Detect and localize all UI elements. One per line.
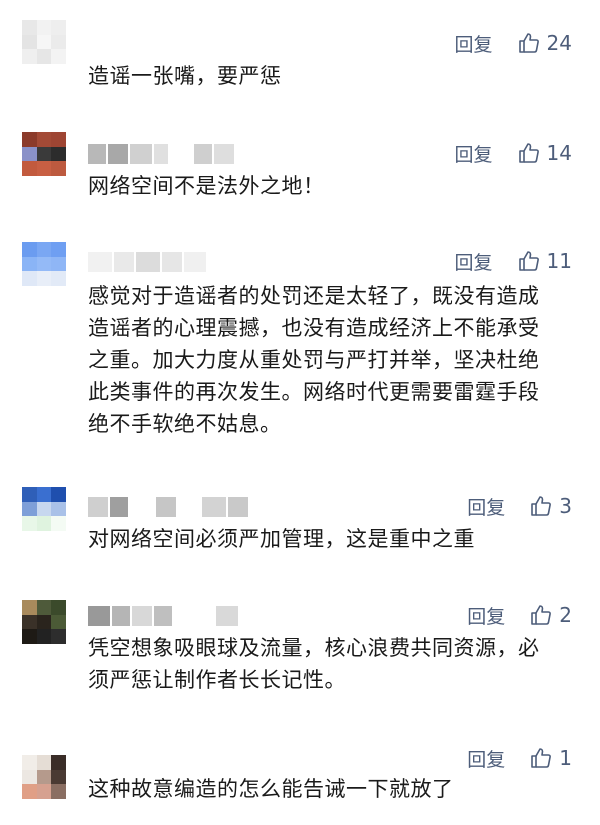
like-button[interactable]: 14 — [517, 141, 572, 165]
avatar[interactable] — [22, 242, 66, 286]
like-button[interactable]: 1 — [529, 746, 572, 770]
avatar[interactable] — [22, 132, 66, 176]
nickname-redacted — [88, 497, 248, 517]
avatar[interactable] — [22, 487, 66, 531]
like-count: 1 — [559, 746, 572, 770]
comment-text: 感觉对于造谣者的处罚还是太轻了，既没有造成造谣者的心理震撼，也没有造成经济上不能… — [88, 284, 540, 436]
like-count: 24 — [546, 31, 572, 55]
comment-actions: 回复 24 — [455, 30, 572, 56]
comment-text: 网络空间不是法外之地！ — [88, 174, 325, 198]
comment-text: 这种故意编造的怎么能告诫一下就放了 — [88, 777, 454, 801]
thumbs-up-icon — [531, 496, 552, 516]
reply-button[interactable]: 回复 — [455, 140, 493, 167]
like-count: 3 — [559, 494, 572, 518]
reply-button[interactable]: 回复 — [467, 602, 505, 629]
comment-text: 造谣一张嘴，要严惩 — [88, 64, 282, 88]
comment-actions: 回复 1 — [467, 745, 572, 771]
like-count: 2 — [559, 603, 572, 627]
like-button[interactable]: 3 — [529, 494, 572, 518]
comment-actions: 回复 2 — [467, 602, 572, 628]
thumbs-up-icon — [518, 251, 539, 271]
nickname-redacted — [88, 252, 248, 272]
avatar[interactable] — [22, 20, 66, 64]
comment-text: 凭空想象吸眼球及流量，核心浪费共同资源，必须严惩让制作者长长记性。 — [88, 636, 540, 692]
like-count: 14 — [546, 141, 572, 165]
comment-actions: 回复 3 — [467, 493, 572, 519]
nickname-redacted — [88, 606, 248, 626]
like-button[interactable]: 24 — [517, 31, 572, 55]
comment-actions: 回复 11 — [455, 248, 572, 274]
reply-button[interactable]: 回复 — [467, 745, 505, 772]
like-count: 11 — [546, 249, 572, 273]
like-button[interactable]: 11 — [517, 249, 572, 273]
reply-button[interactable]: 回复 — [455, 248, 493, 275]
thumbs-up-icon — [531, 605, 552, 625]
reply-button[interactable]: 回复 — [467, 493, 505, 520]
thumbs-up-icon — [531, 748, 552, 768]
thumbs-up-icon — [518, 33, 539, 53]
avatar[interactable] — [22, 600, 66, 644]
comment-actions: 回复 14 — [455, 140, 572, 166]
thumbs-up-icon — [518, 143, 539, 163]
like-button[interactable]: 2 — [529, 603, 572, 627]
reply-button[interactable]: 回复 — [455, 30, 493, 57]
avatar[interactable] — [22, 755, 66, 799]
comment-text: 对网络空间必须严加管理，这是重中之重 — [88, 527, 475, 551]
nickname-redacted — [88, 144, 248, 164]
